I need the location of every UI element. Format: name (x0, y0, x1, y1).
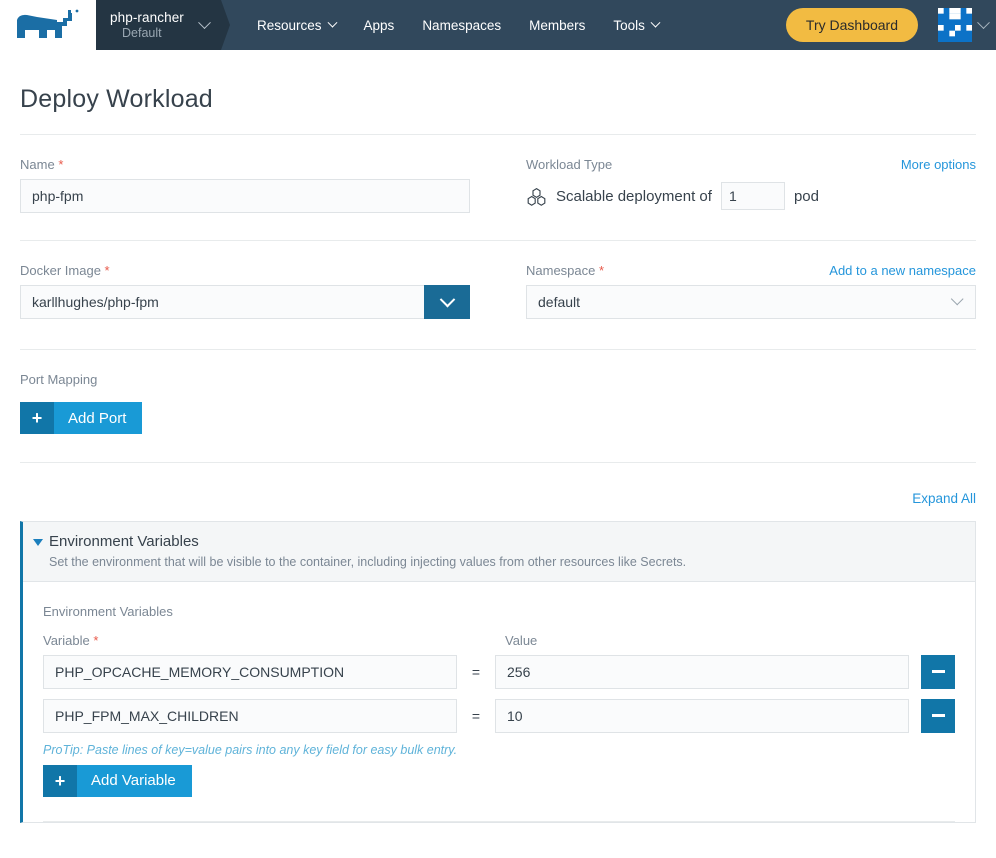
env-variable-row: = (43, 698, 955, 733)
env-variable-row: = (43, 654, 955, 689)
environment-variables-panel: Environment Variables Set the environmen… (20, 521, 976, 823)
protip-text: ProTip: Paste lines of key=value pairs i… (43, 742, 458, 757)
env-variable-key-input[interactable] (43, 654, 457, 689)
minus-icon (931, 670, 945, 674)
workload-type-text-before: Scalable deployment of (556, 187, 712, 205)
user-menu[interactable] (938, 8, 990, 42)
expand-all-row: Expand All (20, 491, 976, 513)
variable-column-label: Variable (43, 632, 90, 648)
remove-env-variable-button[interactable] (921, 698, 955, 733)
name-input[interactable] (20, 179, 470, 213)
user-identicon-avatar-icon (938, 8, 972, 42)
deployment-hexagons-icon (527, 187, 546, 206)
port-mapping-label: Port Mapping (20, 372, 98, 387)
nav-item-apps[interactable]: Apps (350, 0, 409, 50)
workload-type-group: Workload Type More options Scalable depl… (526, 157, 976, 213)
equals-sign: = (471, 663, 481, 680)
panel-subtitle: Set the environment that will be visible… (49, 554, 687, 569)
name-label-text: Name (20, 157, 55, 172)
namespace-select[interactable]: default (526, 285, 976, 319)
try-dashboard-button[interactable]: Try Dashboard (785, 8, 918, 42)
chevron-down-icon (198, 15, 211, 29)
nav-item-label: Resources (257, 17, 322, 33)
name-label: Name * (20, 157, 470, 172)
namespace-selected-value: default (538, 294, 581, 310)
remove-env-variable-button[interactable] (921, 654, 955, 689)
required-marker: * (599, 263, 605, 278)
cluster-selector[interactable]: php-rancher Default (96, 0, 230, 50)
page-title: Deploy Workload (20, 85, 213, 113)
equals-sign: = (471, 707, 481, 724)
variable-column-header: Variable * (43, 633, 467, 648)
nav-item-resources[interactable]: Resources (243, 0, 350, 50)
workload-type-value: Scalable deployment of pod (526, 179, 976, 213)
page-content: Deploy Workload Name * Workload Type Mor… (0, 85, 996, 823)
rancher-logo[interactable] (0, 0, 96, 50)
nav-item-label: Tools (613, 17, 645, 33)
add-variable-button[interactable]: + Add Variable (43, 764, 192, 797)
env-column-headers: Variable * Value (43, 633, 955, 648)
expand-all-link[interactable]: Expand All (912, 491, 976, 506)
docker-image-label: Docker Image * (20, 263, 470, 278)
chevron-down-icon (950, 292, 964, 305)
nav-item-label: Members (529, 17, 586, 33)
nav-item-label: Namespaces (422, 17, 502, 33)
required-marker: * (58, 157, 64, 172)
plus-icon: + (43, 764, 77, 797)
docker-image-input-group (20, 285, 470, 319)
main-nav: Resources Apps Namespaces Members Tools (221, 0, 786, 50)
more-options-link[interactable]: More options (901, 157, 976, 172)
pod-count-input[interactable] (720, 182, 785, 210)
divider (20, 134, 976, 135)
env-section-label: Environment Variables (43, 603, 173, 619)
docker-image-dropdown-button[interactable] (424, 285, 470, 319)
nav-item-namespaces[interactable]: Namespaces (408, 0, 515, 50)
divider (20, 240, 976, 241)
nav-item-label: Apps (363, 17, 395, 33)
form-row-name-workload: Name * Workload Type More options Scalab… (20, 157, 976, 213)
workload-type-text-after: pod (793, 187, 819, 205)
cluster-name: php-rancher (110, 10, 184, 26)
name-field-group: Name * (20, 157, 470, 213)
namespace-label-text: Namespace (526, 263, 596, 278)
header-actions: Try Dashboard (785, 0, 996, 50)
required-marker: * (93, 632, 99, 648)
form-row-image-namespace: Docker Image * Namespace * Add to a new … (20, 263, 976, 319)
env-variable-key-input[interactable] (43, 698, 457, 733)
docker-image-input[interactable] (20, 285, 424, 319)
divider (20, 462, 976, 463)
chevron-down-icon (977, 15, 990, 29)
docker-image-group: Docker Image * (20, 263, 470, 319)
add-port-button[interactable]: + Add Port (20, 402, 143, 434)
minus-icon (931, 714, 945, 718)
environment-variables-panel-body: Environment Variables Variable * Value = (23, 582, 975, 822)
triangle-down-icon (33, 539, 43, 546)
environment-variables-panel-header[interactable]: Environment Variables Set the environmen… (23, 522, 975, 582)
docker-image-label-text: Docker Image (20, 263, 101, 278)
env-variable-value-input[interactable] (495, 698, 909, 733)
required-marker: * (104, 263, 110, 278)
nav-item-members[interactable]: Members (515, 0, 599, 50)
chevron-down-icon (650, 17, 661, 28)
add-new-namespace-link[interactable]: Add to a new namespace (829, 263, 976, 278)
rancher-bull-logo-icon (17, 9, 79, 38)
divider (20, 349, 976, 350)
chevron-down-icon (439, 291, 455, 307)
panel-title: Environment Variables (49, 533, 199, 550)
chevron-down-icon (327, 17, 337, 28)
add-variable-button-label: Add Variable (77, 764, 192, 797)
divider (43, 820, 955, 822)
nav-item-tools[interactable]: Tools (599, 0, 673, 50)
top-navigation-bar: php-rancher Default Resources Apps Names… (0, 0, 996, 50)
plus-icon: + (20, 402, 54, 434)
env-variable-value-input[interactable] (495, 654, 909, 689)
value-column-header: Value (505, 632, 538, 648)
add-port-button-label: Add Port (54, 402, 143, 434)
cluster-project: Default (122, 25, 162, 40)
port-mapping-group: Port Mapping + Add Port (20, 372, 976, 434)
namespace-group: Namespace * Add to a new namespace defau… (526, 263, 976, 319)
